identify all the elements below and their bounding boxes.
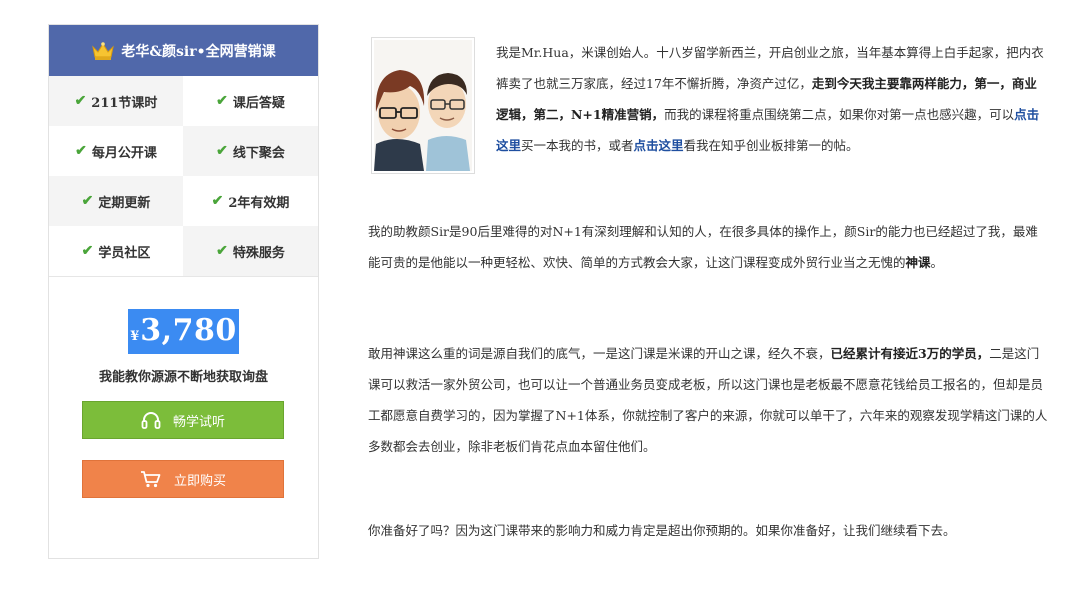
feature-item: ✔ 课后答疑 [183,76,318,126]
card-header: 老华&颜sir•全网营销课 [49,25,318,76]
shopping-cart-icon [140,471,161,488]
currency-symbol: ¥ [130,329,140,344]
feature-label: 2年有效期 [228,195,290,211]
check-icon: ✔ [74,93,87,109]
trial-listen-button[interactable]: 畅学试听 [82,401,284,439]
check-icon: ✔ [216,93,228,109]
crown-icon [92,41,115,60]
assistant-text-end: 。 [930,255,944,270]
check-icon: ✔ [211,193,224,209]
card-title: 老华&颜sir•全网营销课 [121,43,276,60]
feature-item: ✔ 211节课时 [49,76,183,126]
price-slogan: 我能教你源源不断地获取询盘 [98,370,268,385]
confidence-text: 敢用神课这么重的词是源自我们的底气，一是这门课是米课的开山之课，经久不衰， [368,346,831,361]
check-icon: ✔ [75,143,87,159]
feature-item: ✔ 每月公开课 [49,126,183,176]
ready-paragraph: 你准备好了吗？因为这门课带来的影响力和威力肯定是超出你预期的。如果你准备好，让我… [368,523,956,538]
buy-now-button[interactable]: 立即购买 [82,460,284,498]
confidence-paragraph: 敢用神课这么重的词是源自我们的底气，一是这门课是米课的开山之课，经久不衰，已经累… [368,338,1048,462]
buy-now-label: 立即购买 [173,473,226,489]
price-section: ¥ 3,780 [49,309,318,354]
feature-item: ✔ 定期更新 [49,176,183,226]
feature-label: 每月公开课 [91,145,157,161]
confidence-highlight: 已经累计有接近3万的学员， [830,346,990,361]
price-value: 3,780 [140,313,237,348]
intro-text-3: 买一本我的书，或者 [521,138,634,153]
check-icon: ✔ [81,193,94,209]
check-icon: ✔ [216,143,228,159]
feature-label: 定期更新 [98,195,151,211]
assistant-paragraph: 我的助教颜Sir是90后里难得的对N+1有深刻理解和认知的人，在很多具体的操作上… [368,216,1048,278]
feature-label: 学员社区 [98,245,151,261]
feature-label: 211节课时 [91,95,158,111]
feature-label: 线下聚会 [232,145,285,161]
authors-cartoon-image [374,40,472,171]
feature-label: 课后答疑 [232,95,285,111]
intro-text-4: 看我在知乎创业板排第一的帖。 [683,138,859,153]
check-icon: ✔ [216,243,228,259]
trial-listen-label: 畅学试听 [172,414,225,430]
check-icon: ✔ [81,243,94,259]
feature-item: ✔ 线下聚会 [183,126,318,176]
feature-grid: ✔ 211节课时 ✔ 课后答疑 ✔ 每月公开课 ✔ 线下聚会 ✔ 定期更新 ✔ … [49,76,318,277]
intro-text-2: 而我的课程将重点围绕第二点，如果你对第一点也感兴趣，可以 [664,107,1015,122]
course-card: 老华&颜sir•全网营销课 ✔ 211节课时 ✔ 课后答疑 ✔ 每月公开课 ✔ … [48,24,319,559]
intro-paragraph: 我是Mr.Hua，米课创始人。十八岁留学新西兰，开启创业之旅，当年基本算得上白手… [496,37,1044,161]
confidence-text-2: 二是这门课可以救活一家外贸公司，也可以让一个普通业务员变成老板，所以这门课也是老… [368,346,1048,454]
headphones-icon [141,412,161,429]
zhihu-post-link[interactable]: 点击这里 [634,138,684,153]
author-illustration [371,37,475,174]
feature-item: ✔ 特殊服务 [183,226,318,276]
feature-item: ✔ 2年有效期 [183,176,318,226]
price-badge: ¥ 3,780 [128,309,239,354]
assistant-highlight: 神课 [905,255,931,270]
feature-item: ✔ 学员社区 [49,226,183,276]
feature-label: 特殊服务 [232,245,285,261]
